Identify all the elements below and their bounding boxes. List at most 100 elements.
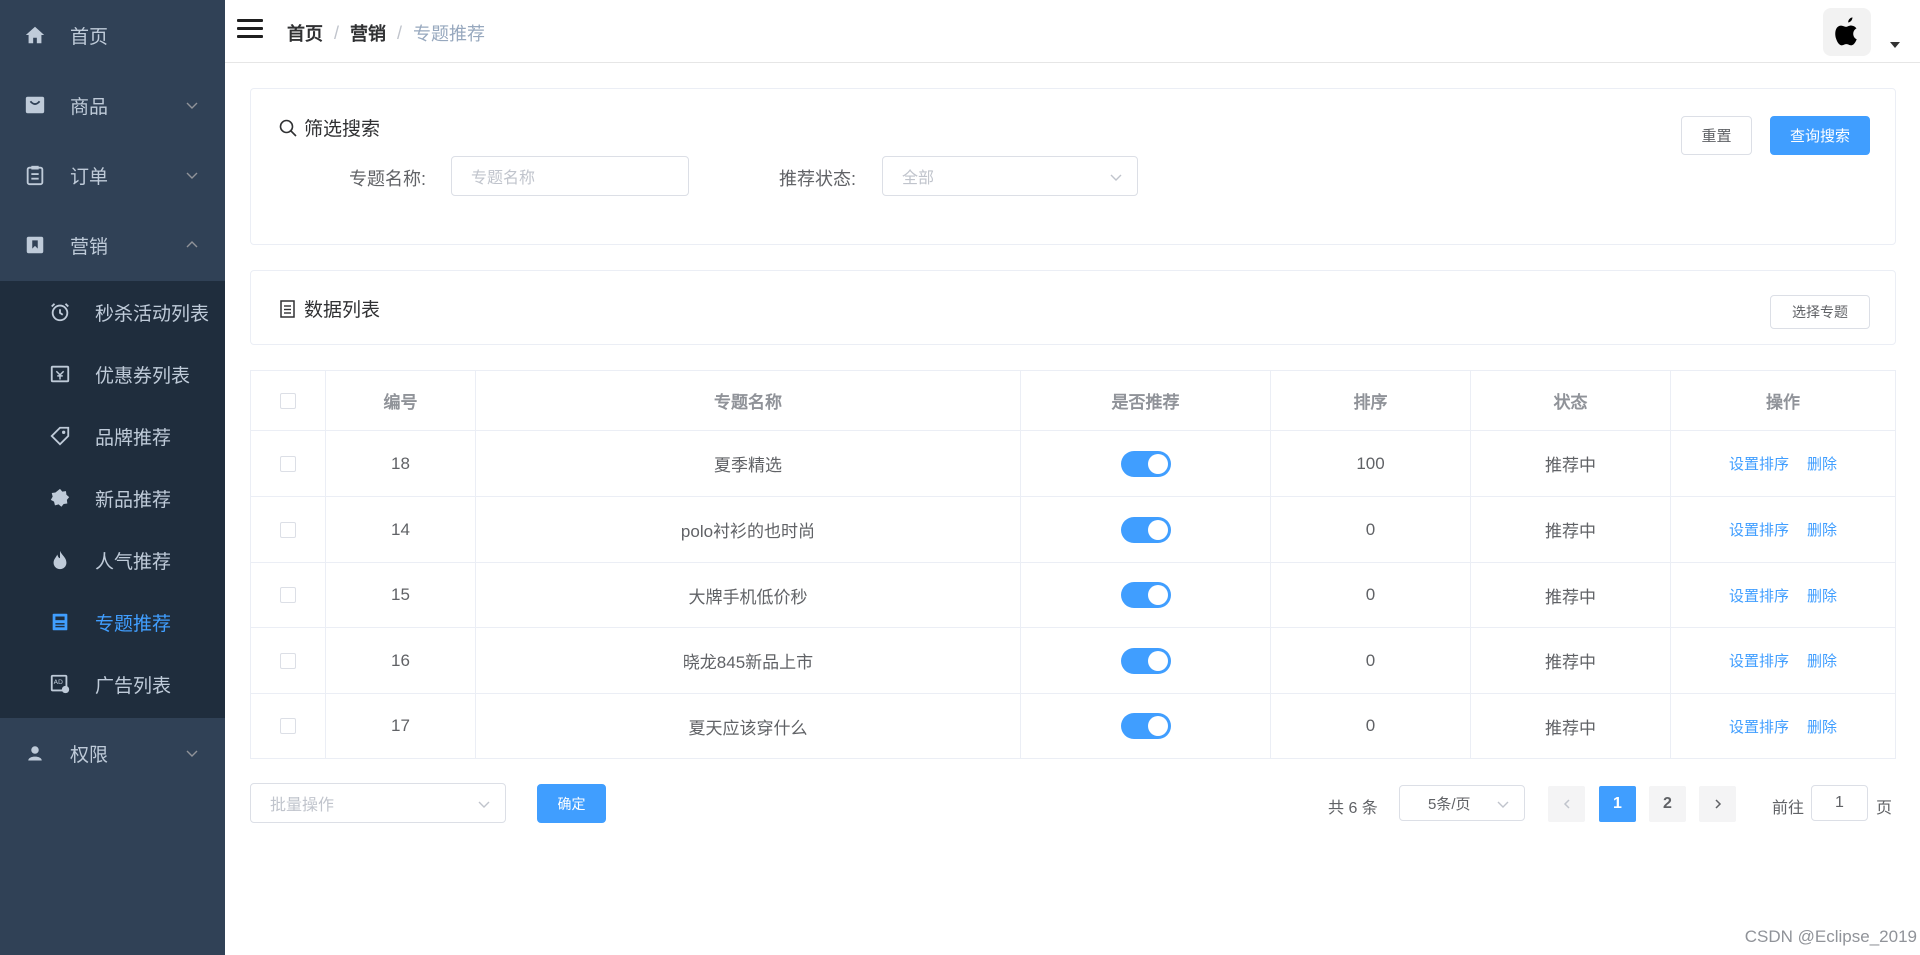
recommend-status-select[interactable]: 全部 [882, 156, 1138, 196]
delete-link[interactable]: 删除 [1807, 519, 1837, 540]
coupon-icon [48, 362, 72, 386]
submenu-item-ads[interactable]: AD 广告列表 [0, 653, 225, 715]
set-sort-link[interactable]: 设置排序 [1729, 585, 1789, 606]
cell-actions: 设置排序 删除 [1671, 497, 1895, 562]
sidebar-item-home[interactable]: 首页 [0, 0, 225, 70]
goto-page-input[interactable]: 1 [1811, 785, 1868, 821]
submenu-item-new-recommend[interactable]: 新品推荐 [0, 467, 225, 529]
cell-recommend [1021, 628, 1271, 693]
avatar[interactable] [1823, 8, 1871, 56]
watermark-text: CSDN @Eclipse_2019 [1744, 927, 1917, 946]
next-page-button[interactable] [1699, 786, 1736, 822]
recommend-switch[interactable] [1120, 582, 1171, 608]
recommend-switch[interactable] [1120, 647, 1171, 674]
row-checkbox[interactable] [280, 718, 296, 734]
hamburger-menu-icon[interactable] [237, 19, 263, 43]
chevron-left-icon [1563, 799, 1570, 809]
submenu-item-hot-recommend[interactable]: 人气推荐 [0, 529, 225, 591]
sidebar-item-marketing[interactable]: 营销 [0, 210, 225, 280]
cell-sort: 0 [1271, 497, 1471, 562]
page-button-2[interactable]: 2 [1649, 786, 1686, 822]
shopping-bag-icon [23, 93, 47, 117]
top-navbar: 首页 / 营销 / 专题推荐 [225, 0, 1920, 63]
breadcrumb-marketing[interactable]: 营销 [350, 20, 386, 46]
goto-page-value: 1 [1835, 794, 1844, 811]
sidebar-item-orders[interactable]: 订单 [0, 140, 225, 210]
cell-topic-name: 大牌手机低价秒 [476, 563, 1021, 627]
prev-page-button[interactable] [1548, 786, 1585, 822]
column-header-status: 状态 [1471, 371, 1671, 430]
search-button[interactable]: 查询搜索 [1770, 116, 1870, 155]
batch-operation-placeholder: 批量操作 [270, 797, 335, 814]
submenu-item-brand-recommend[interactable]: 品牌推荐 [0, 405, 225, 467]
row-checkbox-cell [251, 431, 326, 496]
topic-name-label: 专题名称: [349, 169, 427, 189]
topic-name-input[interactable]: 专题名称 [451, 156, 689, 196]
cell-status: 推荐中 [1471, 431, 1671, 496]
list-icon [280, 299, 295, 318]
set-sort-link[interactable]: 设置排序 [1729, 650, 1789, 671]
search-icon [279, 119, 297, 137]
cell-actions: 设置排序 删除 [1671, 628, 1895, 693]
hot-flame-icon [48, 548, 72, 572]
caret-down-icon[interactable] [1890, 42, 1900, 48]
cell-sort: 0 [1271, 694, 1471, 758]
cell-recommend [1021, 694, 1271, 758]
submenu-item-coupons[interactable]: 优惠券列表 [0, 343, 225, 405]
delete-link[interactable]: 删除 [1807, 453, 1837, 474]
recommend-switch[interactable] [1120, 450, 1171, 477]
delete-link[interactable]: 删除 [1807, 716, 1837, 737]
data-list-title: 数据列表 [278, 295, 380, 322]
recommend-switch[interactable] [1120, 516, 1171, 543]
delete-link[interactable]: 删除 [1807, 585, 1837, 606]
submenu-item-label: 广告列表 [95, 675, 172, 697]
select-topic-button[interactable]: 选择专题 [1770, 295, 1870, 329]
submenu-item-label: 秒杀活动列表 [95, 303, 210, 325]
cell-actions: 设置排序 删除 [1671, 431, 1895, 496]
table-row: 18 夏季精选 100 推荐中 设置排序 删除 [251, 431, 1895, 497]
chevron-down-icon [1497, 801, 1509, 808]
cell-id: 18 [326, 431, 476, 496]
cell-status: 推荐中 [1471, 628, 1671, 693]
select-all-checkbox[interactable] [280, 392, 296, 409]
table-header-row: 编号 专题名称 是否推荐 排序 状态 操作 [251, 371, 1895, 431]
ad-icon: AD [48, 672, 72, 696]
submenu-item-flash-sale[interactable]: 秒杀活动列表 [0, 281, 225, 343]
sidebar-item-products[interactable]: 商品 [0, 70, 225, 140]
chevron-up-icon [186, 241, 198, 248]
topic-table: 编号 专题名称 是否推荐 排序 状态 操作 18 夏季精选 100 推荐中 设置… [250, 370, 1896, 759]
column-header-topic-name: 专题名称 [476, 371, 1021, 430]
batch-confirm-button[interactable]: 确定 [537, 784, 606, 823]
page-button-1[interactable]: 1 [1599, 786, 1636, 822]
table-row: 16 晓龙845新品上市 0 推荐中 设置排序 删除 [251, 628, 1895, 694]
submenu-item-topic-recommend[interactable]: 专题推荐 [0, 591, 225, 653]
recommend-switch[interactable] [1120, 713, 1171, 739]
tag-icon [48, 424, 72, 448]
batch-operation-select[interactable]: 批量操作 [250, 783, 506, 823]
cell-status: 推荐中 [1471, 694, 1671, 758]
sidebar-item-permissions[interactable]: 权限 [0, 718, 225, 788]
row-checkbox[interactable] [280, 652, 296, 669]
recommend-status-label: 推荐状态: [779, 169, 857, 189]
row-checkbox[interactable] [280, 521, 296, 538]
filter-title: 筛选搜索 [278, 114, 380, 141]
header-checkbox-cell [251, 371, 326, 430]
page-size-select[interactable]: 5条/页 [1399, 785, 1525, 821]
table-row: 14 polo衬衫的也时尚 0 推荐中 设置排序 删除 [251, 497, 1895, 563]
chevron-down-icon [478, 801, 490, 808]
table-row: 17 夏天应该穿什么 0 推荐中 设置排序 删除 [251, 694, 1895, 758]
breadcrumb-home[interactable]: 首页 [287, 20, 323, 46]
row-checkbox[interactable] [280, 587, 296, 603]
topic-name-placeholder: 专题名称 [471, 170, 536, 187]
chevron-down-icon [186, 750, 198, 757]
set-sort-link[interactable]: 设置排序 [1729, 716, 1789, 737]
set-sort-link[interactable]: 设置排序 [1729, 453, 1789, 474]
row-checkbox[interactable] [280, 455, 296, 472]
page-size-value: 5条/页 [1428, 795, 1471, 813]
sidebar: 首页 商品 订单 营销 秒杀活动列表 优惠券列表 品牌推荐 新品推荐 人气推荐 … [0, 0, 225, 955]
reset-button[interactable]: 重置 [1681, 116, 1752, 155]
set-sort-link[interactable]: 设置排序 [1729, 519, 1789, 540]
submenu-item-label: 优惠券列表 [95, 365, 191, 387]
delete-link[interactable]: 删除 [1807, 650, 1837, 671]
chevron-down-icon [1110, 174, 1122, 181]
